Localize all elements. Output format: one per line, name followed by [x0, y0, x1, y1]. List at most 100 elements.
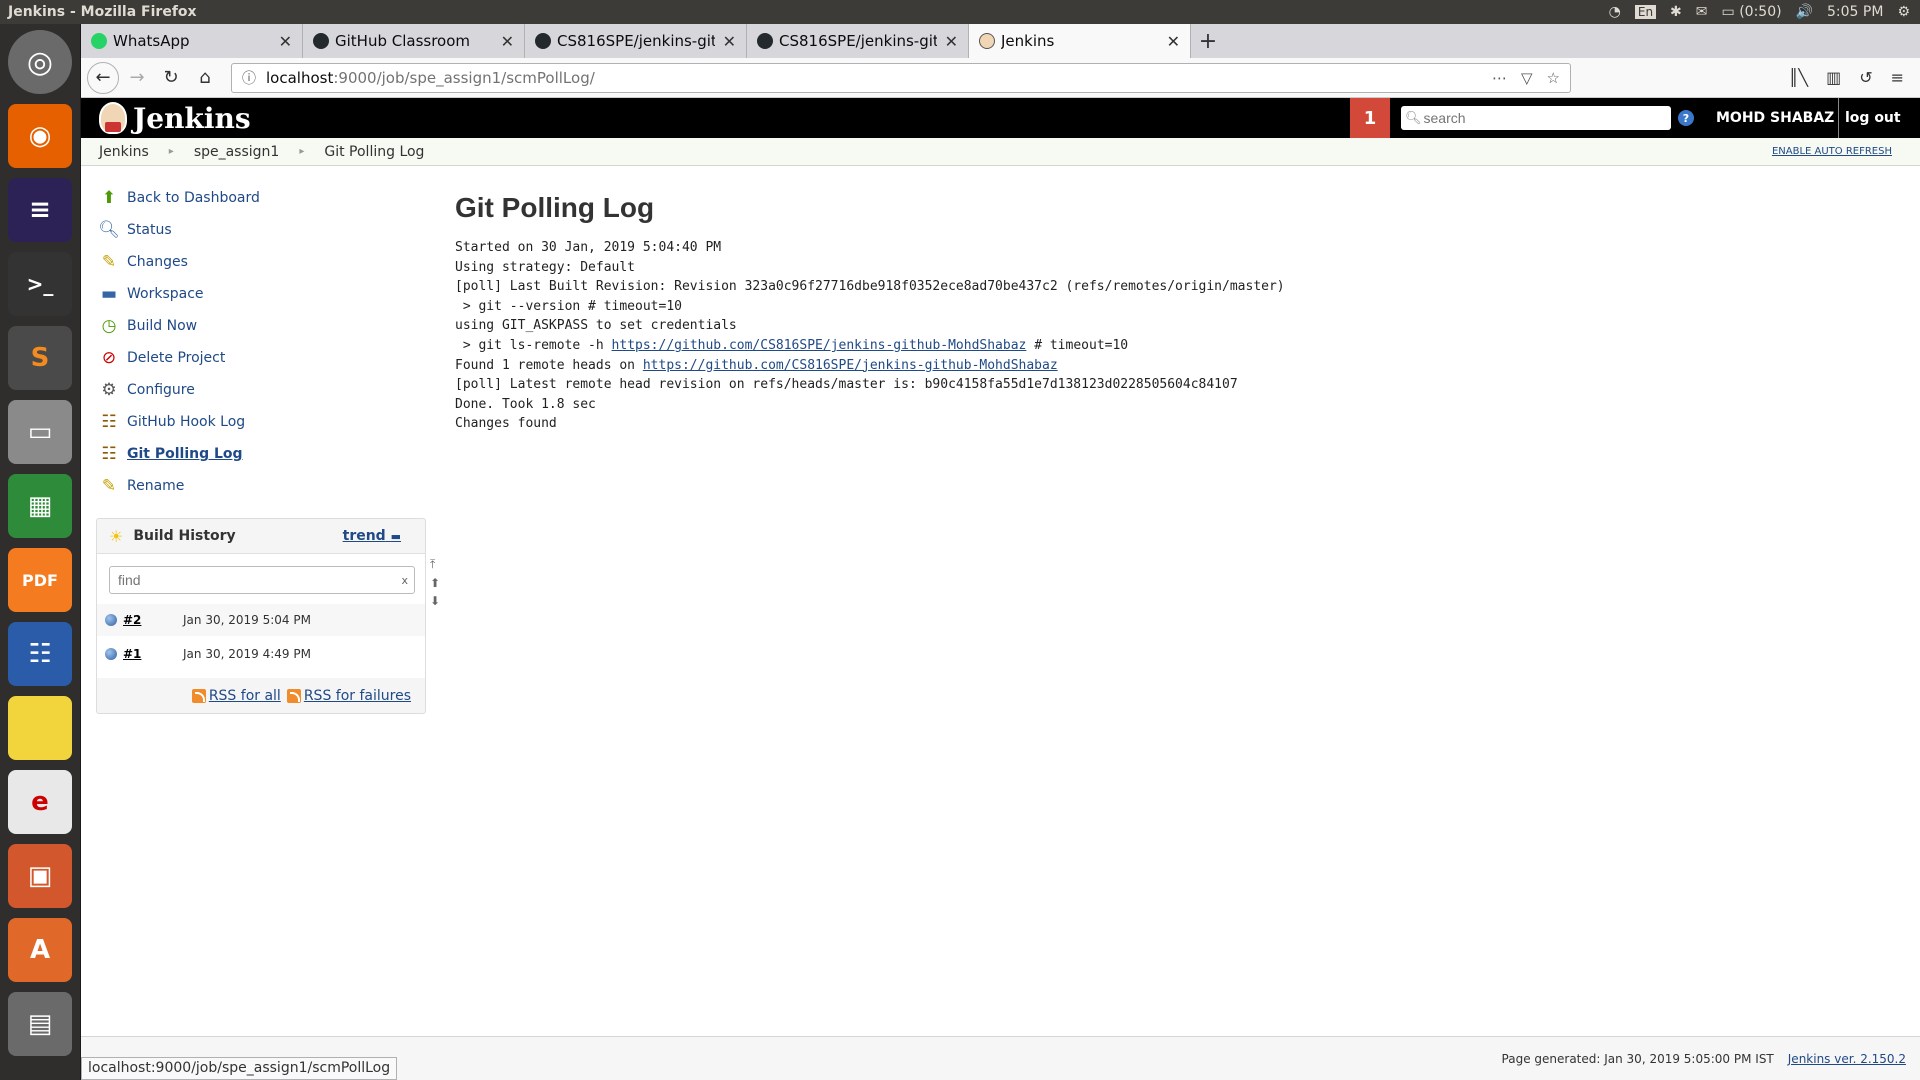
page-down-icon[interactable]: ⬇ [430, 594, 442, 608]
scanner-icon[interactable]: ▤ [8, 992, 72, 1056]
page-first-icon[interactable]: ⤒ [430, 557, 442, 572]
breadcrumb-current[interactable]: Git Polling Log [324, 144, 424, 160]
home-button[interactable]: ⌂ [189, 62, 221, 94]
reload-button[interactable]: ↻ [155, 62, 187, 94]
pdf-editor-icon[interactable]: PDF [8, 548, 72, 612]
rss-failures-link[interactable]: RSS for failures [286, 688, 411, 704]
task-label: Delete Project [127, 350, 226, 366]
library-icon[interactable]: ║╲ [1789, 68, 1808, 87]
volume-icon[interactable]: 🔊 [1796, 4, 1813, 20]
close-tab-icon[interactable]: ✕ [279, 32, 292, 51]
notification-badge[interactable]: 1 [1350, 98, 1390, 138]
task-configure[interactable]: ⚙ Configure [99, 374, 426, 406]
repo-link[interactable]: https://github.com/CS816SPE/jenkins-gith… [643, 358, 1058, 373]
log-line: > git ls-remote -h https://github.com/CS… [455, 336, 1855, 356]
firefox-icon[interactable]: ◉ [8, 104, 72, 168]
keyboard-layout[interactable]: En [1634, 5, 1657, 19]
close-tab-icon[interactable]: ✕ [723, 32, 736, 51]
help-icon[interactable]: ? [1678, 110, 1694, 126]
url-bar[interactable]: ⓘ localhost:9000/job/spe_assign1/scmPoll… [231, 62, 1571, 93]
tab-github-repo-2[interactable]: CS816SPE/jenkins-githu ✕ [747, 24, 969, 58]
system-tray: ◔ En ✱ ✉ ▭ (0:50) 🔊 5:05 PM ⚙ [1609, 4, 1920, 20]
terminal-icon[interactable]: >_ [8, 252, 72, 316]
new-tab-button[interactable]: + [1191, 24, 1225, 58]
sync-icon[interactable]: ↺ [1859, 68, 1872, 87]
breadcrumb-job[interactable]: spe_assign1 [194, 144, 280, 160]
build-row[interactable]: #2 Jan 30, 2019 5:04 PM [97, 604, 425, 636]
eclipse-icon[interactable]: ≡ [8, 178, 72, 242]
task-github-hook-log[interactable]: ☷ GitHub Hook Log [99, 406, 426, 438]
ubuntu-dash-icon[interactable]: ◎ [8, 30, 72, 94]
wifi-icon[interactable]: ◔ [1609, 4, 1621, 20]
sublime-text-icon[interactable]: S [8, 326, 72, 390]
breadcrumb-jenkins[interactable]: Jenkins [99, 144, 149, 160]
log-line: Using strategy: Default [455, 259, 636, 275]
build-history-pager: ⤒ ⬆ ⬇ [430, 557, 442, 608]
pocket-icon[interactable]: ▽ [1521, 69, 1533, 87]
build-row[interactable]: #1 Jan 30, 2019 4:49 PM [97, 638, 425, 670]
tab-github-classroom[interactable]: GitHub Classroom ✕ [303, 24, 525, 58]
jenkins-logo[interactable]: Jenkins [99, 102, 251, 135]
close-tab-icon[interactable]: ✕ [945, 32, 958, 51]
back-button[interactable]: ← [87, 61, 119, 94]
build-date[interactable]: Jan 30, 2019 5:04 PM [183, 613, 311, 627]
task-changes[interactable]: ✎ Changes [99, 246, 426, 278]
writer-icon[interactable]: ☷ [8, 622, 72, 686]
user-name-link[interactable]: MOHD SHABAZ [1716, 98, 1834, 138]
find-input[interactable] [118, 572, 388, 588]
trend-link[interactable]: trend ▬ [343, 528, 401, 544]
repo-link[interactable]: https://github.com/CS816SPE/jenkins-gith… [612, 338, 1027, 353]
files-icon[interactable]: ▭ [8, 400, 72, 464]
clock[interactable]: 5:05 PM [1827, 4, 1883, 20]
task-delete-project[interactable]: ⊘ Delete Project [99, 342, 426, 374]
bluetooth-icon[interactable]: ✱ [1670, 4, 1682, 20]
page-up-icon[interactable]: ⬆ [430, 576, 442, 590]
settings-gear-icon[interactable]: ⚙ [1897, 4, 1910, 20]
spreadsheet-icon[interactable]: ▦ [8, 474, 72, 538]
jenkins-title: Jenkins [133, 101, 251, 135]
build-number-link[interactable]: #2 [123, 613, 183, 627]
close-tab-icon[interactable]: ✕ [1167, 32, 1180, 51]
bookmark-star-icon[interactable]: ☆ [1547, 69, 1560, 87]
build-history-widget: ☀ Build History trend ▬ x #2 Jan 30, 201… [96, 518, 440, 714]
task-label: Rename [127, 478, 185, 494]
task-git-polling-log[interactable]: ☷ Git Polling Log [99, 438, 426, 470]
tab-github-repo-1[interactable]: CS816SPE/jenkins-githu ✕ [525, 24, 747, 58]
log-line: Started on 30 Jan, 2019 5:04:40 PM [455, 240, 722, 255]
mail-icon[interactable]: ✉ [1696, 4, 1708, 20]
collapse-icon[interactable]: ▬ [391, 530, 401, 543]
forward-button[interactable]: → [121, 62, 153, 94]
impress-icon[interactable]: ▣ [8, 844, 72, 908]
sticky-notes-icon[interactable] [8, 696, 72, 760]
clear-find-icon[interactable]: x [401, 574, 408, 587]
task-workspace[interactable]: ▬ Workspace [99, 278, 426, 310]
site-info-icon[interactable]: ⓘ [242, 68, 256, 88]
rss-all-link[interactable]: RSS for all [191, 688, 281, 704]
jenkins-icon [979, 33, 995, 49]
evince-icon[interactable]: e [8, 770, 72, 834]
enable-auto-refresh-link[interactable]: ENABLE AUTO REFRESH [1772, 146, 1892, 157]
task-back-to-dashboard[interactable]: ⬆ Back to Dashboard [99, 182, 426, 214]
tab-whatsapp[interactable]: WhatsApp ✕ [81, 24, 303, 58]
sidebar-icon[interactable]: ▥ [1826, 68, 1841, 87]
task-build-now[interactable]: ◷ Build Now [99, 310, 426, 342]
build-date[interactable]: Jan 30, 2019 4:49 PM [183, 647, 311, 661]
search-box[interactable]: 🔍︎ [1401, 106, 1671, 130]
build-history-footer: RSS for all RSS for failures [97, 678, 425, 713]
task-rename[interactable]: ✎ Rename [99, 470, 426, 502]
task-status[interactable]: 🔍︎ Status [98, 214, 426, 246]
breadcrumb-separator-icon[interactable]: ▸ [169, 146, 174, 157]
breadcrumb-separator-icon[interactable]: ▸ [299, 146, 304, 157]
find-box[interactable]: x [109, 566, 415, 594]
close-tab-icon[interactable]: ✕ [501, 32, 514, 51]
logout-link[interactable]: log out [1838, 98, 1901, 138]
page-actions-icon[interactable]: ⋯ [1492, 69, 1507, 87]
task-label: Status [127, 222, 172, 238]
build-number-link[interactable]: #1 [123, 647, 183, 661]
tab-jenkins[interactable]: Jenkins ✕ [969, 24, 1191, 58]
hamburger-menu-icon[interactable]: ≡ [1891, 68, 1904, 87]
battery-icon[interactable]: ▭ (0:50) [1722, 4, 1782, 20]
search-input[interactable] [1423, 110, 1664, 126]
software-center-icon[interactable]: A [8, 918, 72, 982]
jenkins-version-link[interactable]: Jenkins ver. 2.150.2 [1788, 1052, 1906, 1066]
